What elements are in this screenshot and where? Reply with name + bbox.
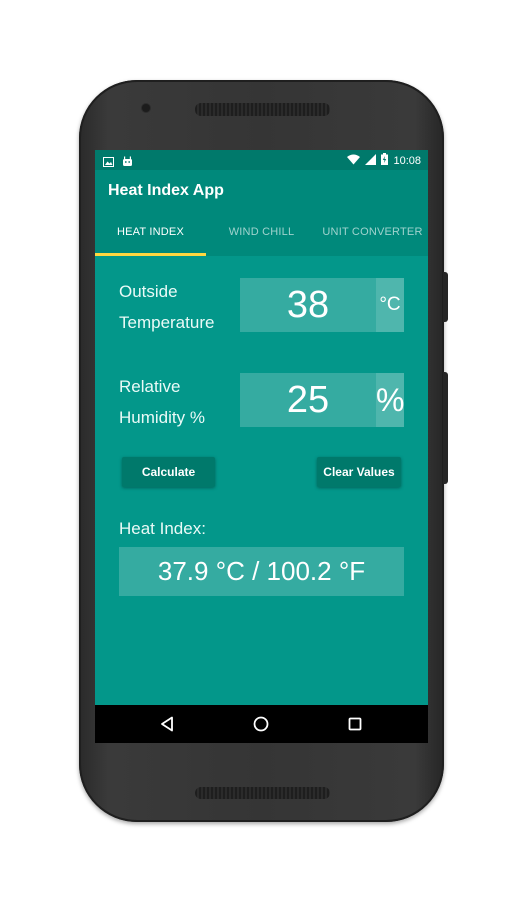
tab-label: WIND CHILL xyxy=(228,226,295,238)
humidity-input[interactable]: 25 xyxy=(240,373,376,427)
tab-wind-chill[interactable]: WIND CHILL xyxy=(206,226,317,252)
app-title: Heat Index App xyxy=(108,182,224,199)
front-camera xyxy=(142,104,150,112)
screen: 10:08 Heat Index App HEAT INDEX WIND CHI… xyxy=(95,150,428,743)
tab-label: HEAT INDEX xyxy=(117,226,184,238)
humidity-label: Relative Humidity % xyxy=(119,371,205,433)
navigation-bar xyxy=(95,705,428,743)
tab-label: UNIT CONVERTER xyxy=(322,226,423,238)
app-bar: Heat Index App HEAT INDEX WIND CHILL UNI… xyxy=(95,170,428,256)
humidity-label-line1: Relative xyxy=(119,377,181,396)
temperature-input[interactable]: 38 xyxy=(240,278,376,332)
calculate-button[interactable]: Calculate xyxy=(122,457,215,487)
battery-charging-icon xyxy=(381,153,389,168)
power-button xyxy=(443,272,448,322)
wifi-icon xyxy=(347,154,361,168)
recents-icon[interactable] xyxy=(345,714,365,734)
status-time: 10:08 xyxy=(393,154,421,167)
heat-index-label: Heat Index: xyxy=(119,519,206,538)
clear-values-button[interactable]: Clear Values xyxy=(317,457,401,487)
humidity-label-line2: Humidity % xyxy=(119,408,205,427)
temperature-unit: °C xyxy=(376,278,404,332)
tab-heat-index[interactable]: HEAT INDEX xyxy=(95,226,206,252)
tab-unit-converter[interactable]: UNIT CONVERTER xyxy=(317,226,428,252)
home-icon[interactable] xyxy=(251,714,271,734)
signal-icon xyxy=(365,153,377,168)
heat-index-result: 37.9 °C / 100.2 °F xyxy=(119,547,404,596)
tab-indicator xyxy=(95,253,206,256)
back-icon[interactable] xyxy=(158,714,178,734)
volume-button xyxy=(443,372,448,484)
humidity-unit: % xyxy=(376,373,404,427)
temperature-label: Outside Temperature xyxy=(119,276,214,338)
temperature-label-line2: Temperature xyxy=(119,313,215,332)
bottom-speaker xyxy=(195,787,330,799)
temperature-label-line1: Outside xyxy=(119,282,178,301)
status-bar: 10:08 xyxy=(95,150,428,170)
top-speaker xyxy=(195,103,330,116)
